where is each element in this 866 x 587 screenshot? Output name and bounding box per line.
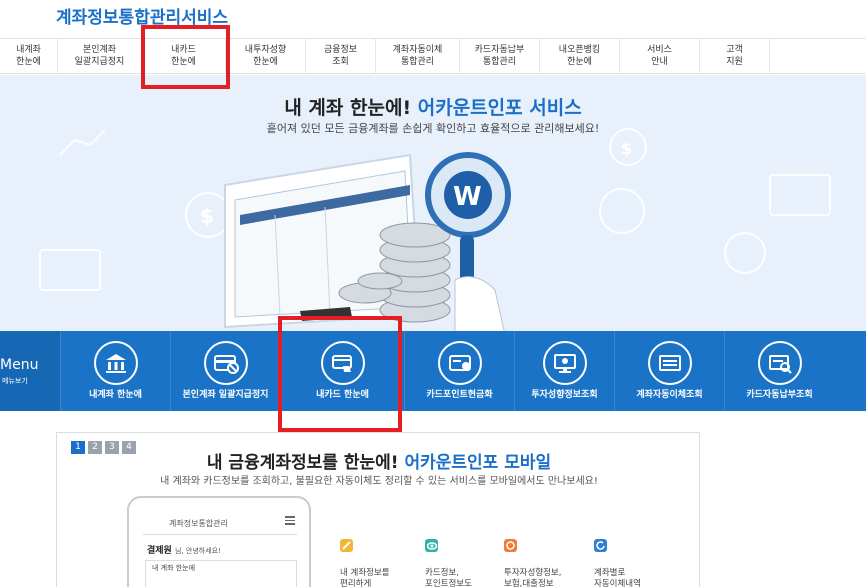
menu-toggle-button[interactable]: Menu 메뉴보기 (0, 331, 60, 411)
svg-text:W: W (453, 182, 482, 212)
menu-item-label: 본인계좌 일괄지급정지 (182, 390, 269, 400)
phone-divider (143, 534, 297, 535)
menu-item-account-autopay[interactable]: 계좌자동이체조회 (614, 331, 724, 411)
nav-item-financial-info[interactable]: 금융정보 조회 (306, 39, 376, 73)
menu-item-account-stop[interactable]: 본인계좌 일괄지급정지 (170, 331, 280, 411)
feature-investment-info: 투자자성향정보, 보험,대출정보 한눈에 확인 (504, 528, 584, 587)
bank-icon (94, 341, 138, 385)
hero-banner: 내 계좌 한눈에! 어카운트인포 서비스 흩어져 있던 모든 금융계좌를 손쉽게… (0, 75, 866, 331)
promo-title-main: 내 금융계좌정보를 한눈에! (206, 453, 399, 473)
nav-item-investment[interactable]: 내투자성향 한눈에 (226, 39, 306, 73)
main-nav: 내계좌 한눈에 본인계좌 일괄지급정지 내카드 한눈에 내투자성향 한눈에 금융… (0, 38, 866, 74)
menu-item-label: 내카드 한눈에 (316, 390, 369, 400)
svg-text:$: $ (621, 139, 632, 158)
transfer-icon (648, 341, 692, 385)
menu-item-card-autopay[interactable]: 카드자동납부조회 (724, 331, 834, 411)
phone-user-name: 결제원 (147, 546, 172, 556)
search-circle-icon (724, 232, 766, 274)
nav-item-support[interactable]: 고객 지원 (700, 39, 770, 73)
hamburger-menu-icon (285, 516, 295, 527)
eye-icon (425, 539, 438, 552)
pencil-icon (340, 539, 353, 552)
phone-mockup: 계좌정보통합관리 결제원 님, 안녕하세요! 내 계좌 한눈에 (127, 496, 311, 587)
card-hand-icon (321, 341, 365, 385)
menu-item-label: 계좌자동이체조회 (636, 390, 703, 400)
phone-account-card: 내 계좌 한눈에 (145, 560, 297, 587)
card-point-icon (438, 341, 482, 385)
menu-item-label: 카드포인트현금화 (426, 390, 493, 400)
feature-text: 투자자성향정보, 보험,대출정보 한눈에 확인 (504, 568, 562, 587)
monitor-icon (543, 341, 587, 385)
menu-item-label: 카드자동납부조회 (746, 390, 813, 400)
pie-chart-icon (504, 539, 517, 552)
card-stop-icon (204, 341, 248, 385)
menu-label: Menu (0, 357, 39, 373)
nav-item-my-card[interactable]: 내카드 한눈에 (142, 39, 226, 73)
site-logo[interactable]: 계좌정보통합관리서비스 (56, 3, 228, 28)
phone-user-greeting: 결제원 님, 안녕하세요! (147, 543, 221, 556)
nav-item-account-stop[interactable]: 본인계좌 일괄지급정지 (58, 39, 142, 73)
feature-card-point: 카드정보, 포인트정보도 한눈에! (425, 528, 505, 587)
nav-item-card-autopay[interactable]: 카드자동납부 통합관리 (460, 39, 540, 73)
phone-app-title: 계좌정보통합관리 (169, 519, 228, 528)
mobile-promo-section: 1 2 3 4 내 금융계좌정보를 한눈에! 어카운트인포 모바일 내 계좌와 … (56, 432, 700, 587)
menu-item-investment[interactable]: 투자성향정보조회 (514, 331, 614, 411)
svg-text:$: $ (200, 204, 214, 228)
promo-title: 내 금융계좌정보를 한눈에! 어카운트인포 모바일 (57, 448, 701, 473)
feature-text: 계좌별로 자동이체내역 확인 (594, 568, 641, 587)
site-header: 계좌정보통합관리서비스 (0, 0, 866, 38)
hero-illustration: $ $ W (39, 128, 831, 331)
feature-text: 카드정보, 포인트정보도 한눈에! (425, 568, 472, 587)
card-search-icon (758, 341, 802, 385)
phone-account-card-label: 내 계좌 한눈에 (152, 564, 196, 572)
feature-account-manage: 내 계좌정보를 편리하게 관리 (340, 528, 420, 587)
nav-item-account-autopay[interactable]: 계좌자동이체 통합관리 (376, 39, 460, 73)
quick-menu-bar: Menu 메뉴보기 내계좌 한눈에 본인계좌 일괄지급정지 내카드 한눈에 카드… (0, 331, 866, 411)
menu-sublabel: 메뉴보기 (2, 377, 28, 385)
menu-item-my-account[interactable]: 내계좌 한눈에 (60, 331, 170, 411)
check-circle-icon (599, 188, 645, 234)
feature-text: 내 계좌정보를 편리하게 관리 (340, 568, 390, 587)
menu-item-label: 투자성향정보조회 (531, 390, 598, 400)
promo-title-accent: 어카운트인포 모바일 (404, 453, 552, 473)
nav-item-my-account[interactable]: 내계좌 한눈에 (0, 39, 58, 73)
menu-item-card-point[interactable]: 카드포인트현금화 (404, 331, 514, 411)
menu-item-label: 내계좌 한눈에 (89, 390, 142, 400)
refresh-icon (594, 539, 607, 552)
phone-greeting-text: 님, 안녕하세요! (174, 547, 221, 555)
nav-item-open-banking[interactable]: 내오픈뱅킹 한눈에 (540, 39, 620, 73)
nav-item-service-guide[interactable]: 서비스 안내 (620, 39, 700, 73)
menu-item-my-card[interactable]: 내카드 한눈에 (280, 331, 404, 411)
feature-autopay: 계좌별로 자동이체내역 확인 (594, 528, 674, 587)
promo-subtitle: 내 계좌와 카드정보를 조회하고, 불필요한 자동이체도 정리할 수 있는 서비… (160, 476, 598, 487)
